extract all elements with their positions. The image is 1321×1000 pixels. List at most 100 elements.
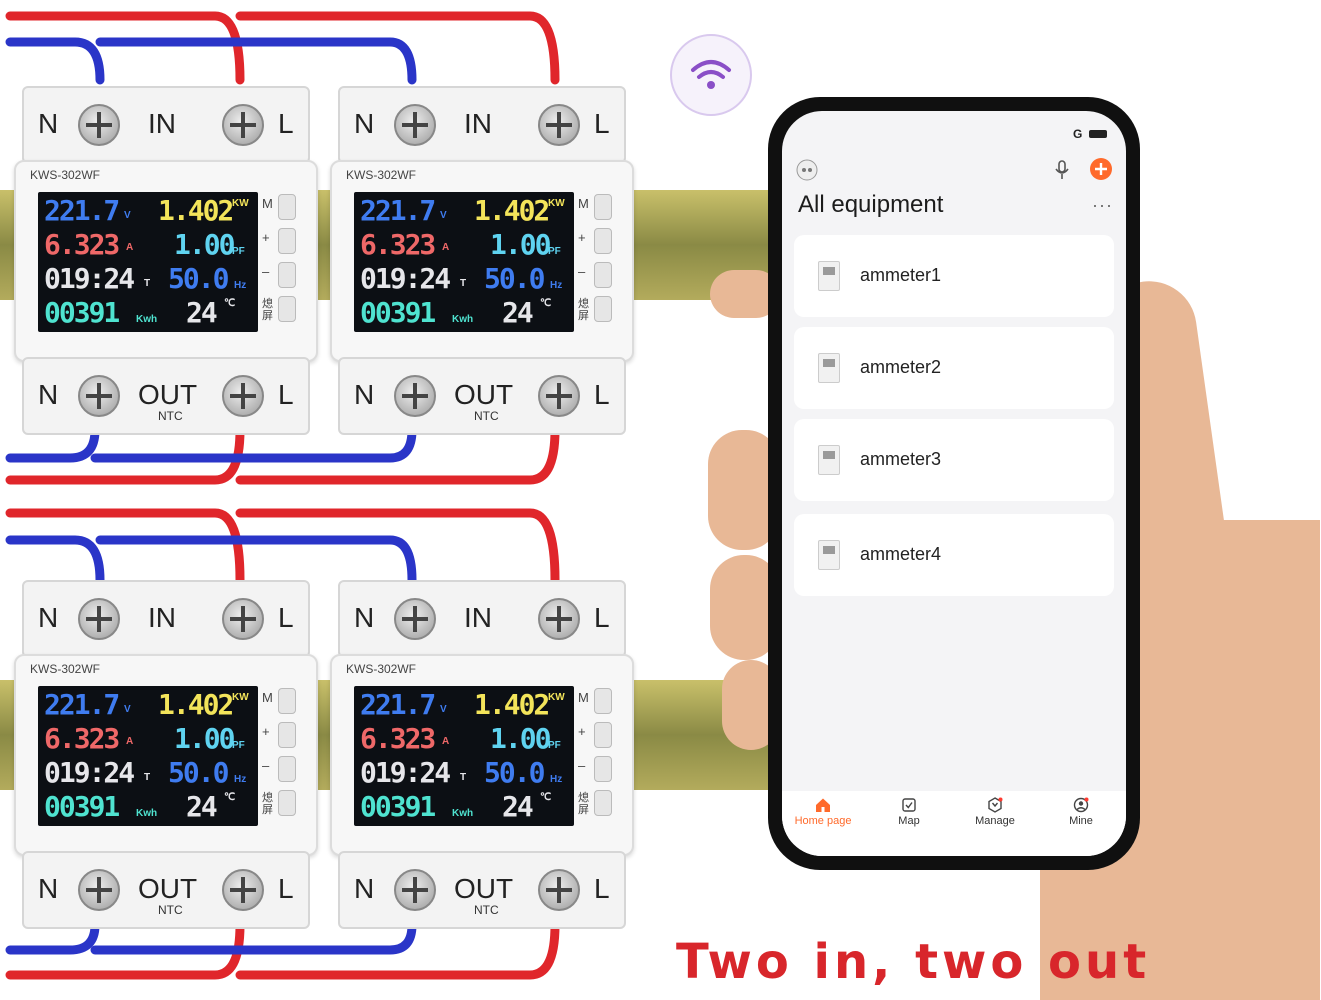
terminal-label: L xyxy=(594,602,610,633)
meter-button-minus[interactable]: – xyxy=(262,262,302,288)
meter-button-m[interactable]: M xyxy=(578,688,618,714)
output-terminal-block: N OUT NTC L xyxy=(338,851,626,929)
more-button[interactable]: ··· xyxy=(1092,195,1113,216)
button-label: – xyxy=(262,758,270,773)
lcd-display: 221.7 V 1.402 KW 6.323 A 1.00 PF 019:24 T 50.0 Hz 00… xyxy=(354,686,574,826)
temperature-value: 24 xyxy=(502,296,534,329)
terminal-label: OUT xyxy=(138,873,198,904)
terminal-label: N xyxy=(38,602,59,633)
energy-value: 00391 xyxy=(360,296,436,329)
pf-value: 1.00 xyxy=(490,722,551,755)
meter-device-icon xyxy=(818,353,840,383)
robot-icon[interactable] xyxy=(796,159,818,181)
button-key[interactable] xyxy=(278,688,296,714)
frequency-value: 50.0 xyxy=(484,262,545,295)
device-card[interactable]: ammeter4 xyxy=(794,514,1114,596)
screw-icon xyxy=(394,869,436,911)
frequency-unit: Hz xyxy=(234,774,247,785)
button-key[interactable] xyxy=(594,688,612,714)
frequency-unit: Hz xyxy=(550,280,563,291)
voltage-unit: V xyxy=(124,210,131,221)
ntc-label: NTC xyxy=(474,409,499,423)
meter-button-plus[interactable]: + xyxy=(262,722,302,748)
screw-icon xyxy=(78,375,120,417)
button-key[interactable] xyxy=(278,228,296,254)
meter-body: KWS-302WF 221.7 V 1.402 KW 6.323 A 1.00 PF 019:24… xyxy=(14,160,318,362)
terminal-label: L xyxy=(278,602,294,633)
current-value: 6.323 xyxy=(360,228,436,261)
meter-button-m[interactable]: M xyxy=(262,688,302,714)
mic-icon[interactable] xyxy=(1054,159,1070,181)
meter-device-icon xyxy=(818,261,840,291)
energy-meter: N IN L KWS-302WF 221.7 V 1.402 KW 6.323 A 1.00 PF 01… xyxy=(330,86,634,435)
power-value: 1.402 xyxy=(474,194,550,227)
button-label: M xyxy=(262,196,273,211)
meter-button-m[interactable]: M xyxy=(578,194,618,220)
button-key[interactable] xyxy=(594,790,612,816)
input-terminal-block: N IN L xyxy=(22,580,310,658)
button-key[interactable] xyxy=(594,722,612,748)
device-card[interactable]: ammeter3 xyxy=(794,419,1114,501)
meter-button-screen-off[interactable]: 熄屏 xyxy=(262,790,302,816)
terminal-label: N xyxy=(354,379,375,410)
terminal-label: L xyxy=(278,379,294,410)
energy-meter: N IN L KWS-302WF 221.7 V 1.402 KW 6.323 A 1.00 PF 01… xyxy=(14,86,318,435)
energy-value: 00391 xyxy=(360,790,436,823)
button-label: M xyxy=(578,690,589,705)
ntc-label: NTC xyxy=(158,903,183,917)
model-label: KWS-302WF xyxy=(346,168,417,182)
time-unit: T xyxy=(460,278,467,289)
meter-button-minus[interactable]: – xyxy=(578,262,618,288)
terminal-label: L xyxy=(594,379,610,410)
device-card[interactable]: ammeter1 xyxy=(794,235,1114,317)
meter-button-plus[interactable]: + xyxy=(578,722,618,748)
button-label: 熄屏 xyxy=(262,792,273,816)
terminal-label: N xyxy=(354,873,375,904)
button-key[interactable] xyxy=(594,194,612,220)
button-key[interactable] xyxy=(278,296,296,322)
meter-button-screen-off[interactable]: 熄屏 xyxy=(578,790,618,816)
tab-manage[interactable]: Manage xyxy=(960,797,1030,827)
meter-button-plus[interactable]: + xyxy=(262,228,302,254)
terminal-label: IN xyxy=(464,108,492,139)
energy-unit: Kwh xyxy=(452,314,474,325)
input-terminal-block: N IN L xyxy=(338,86,626,164)
pf-unit: PF xyxy=(232,740,245,751)
wifi-icon xyxy=(670,34,752,116)
button-key[interactable] xyxy=(278,262,296,288)
button-key[interactable] xyxy=(278,756,296,782)
tab-map[interactable]: Map xyxy=(874,797,944,827)
button-key[interactable] xyxy=(594,262,612,288)
button-key[interactable] xyxy=(278,790,296,816)
meter-button-minus[interactable]: – xyxy=(578,756,618,782)
bottom-tab-bar: Home page Map Manage Mine xyxy=(782,791,1126,856)
time-unit: T xyxy=(144,278,151,289)
terminal-label: OUT xyxy=(454,873,514,904)
terminal-label: IN xyxy=(464,602,492,633)
button-key[interactable] xyxy=(594,756,612,782)
meter-button-screen-off[interactable]: 熄屏 xyxy=(262,296,302,322)
meter-button-minus[interactable]: – xyxy=(262,756,302,782)
add-icon[interactable] xyxy=(1088,156,1114,182)
button-key[interactable] xyxy=(278,722,296,748)
terminal-label: OUT xyxy=(138,379,198,410)
map-icon xyxy=(902,798,916,812)
tab-home[interactable]: Home page xyxy=(788,797,858,827)
terminal-label: IN xyxy=(148,602,176,633)
voltage-unit: V xyxy=(440,704,447,715)
current-unit: A xyxy=(126,242,134,253)
meter-button-screen-off[interactable]: 熄屏 xyxy=(578,296,618,322)
meter-button-m[interactable]: M xyxy=(262,194,302,220)
screw-icon xyxy=(538,375,580,417)
button-key[interactable] xyxy=(278,194,296,220)
lcd-display: 221.7 V 1.402 KW 6.323 A 1.00 PF 019:24 T 50.0 Hz 00… xyxy=(38,686,258,826)
page-title: All equipment xyxy=(798,191,944,218)
device-card[interactable]: ammeter2 xyxy=(794,327,1114,409)
pf-value: 1.00 xyxy=(174,722,235,755)
pf-value: 1.00 xyxy=(490,228,551,261)
meter-button-plus[interactable]: + xyxy=(578,228,618,254)
button-key[interactable] xyxy=(594,296,612,322)
tab-mine[interactable]: Mine xyxy=(1046,797,1116,827)
device-name: ammeter3 xyxy=(860,449,942,469)
button-key[interactable] xyxy=(594,228,612,254)
